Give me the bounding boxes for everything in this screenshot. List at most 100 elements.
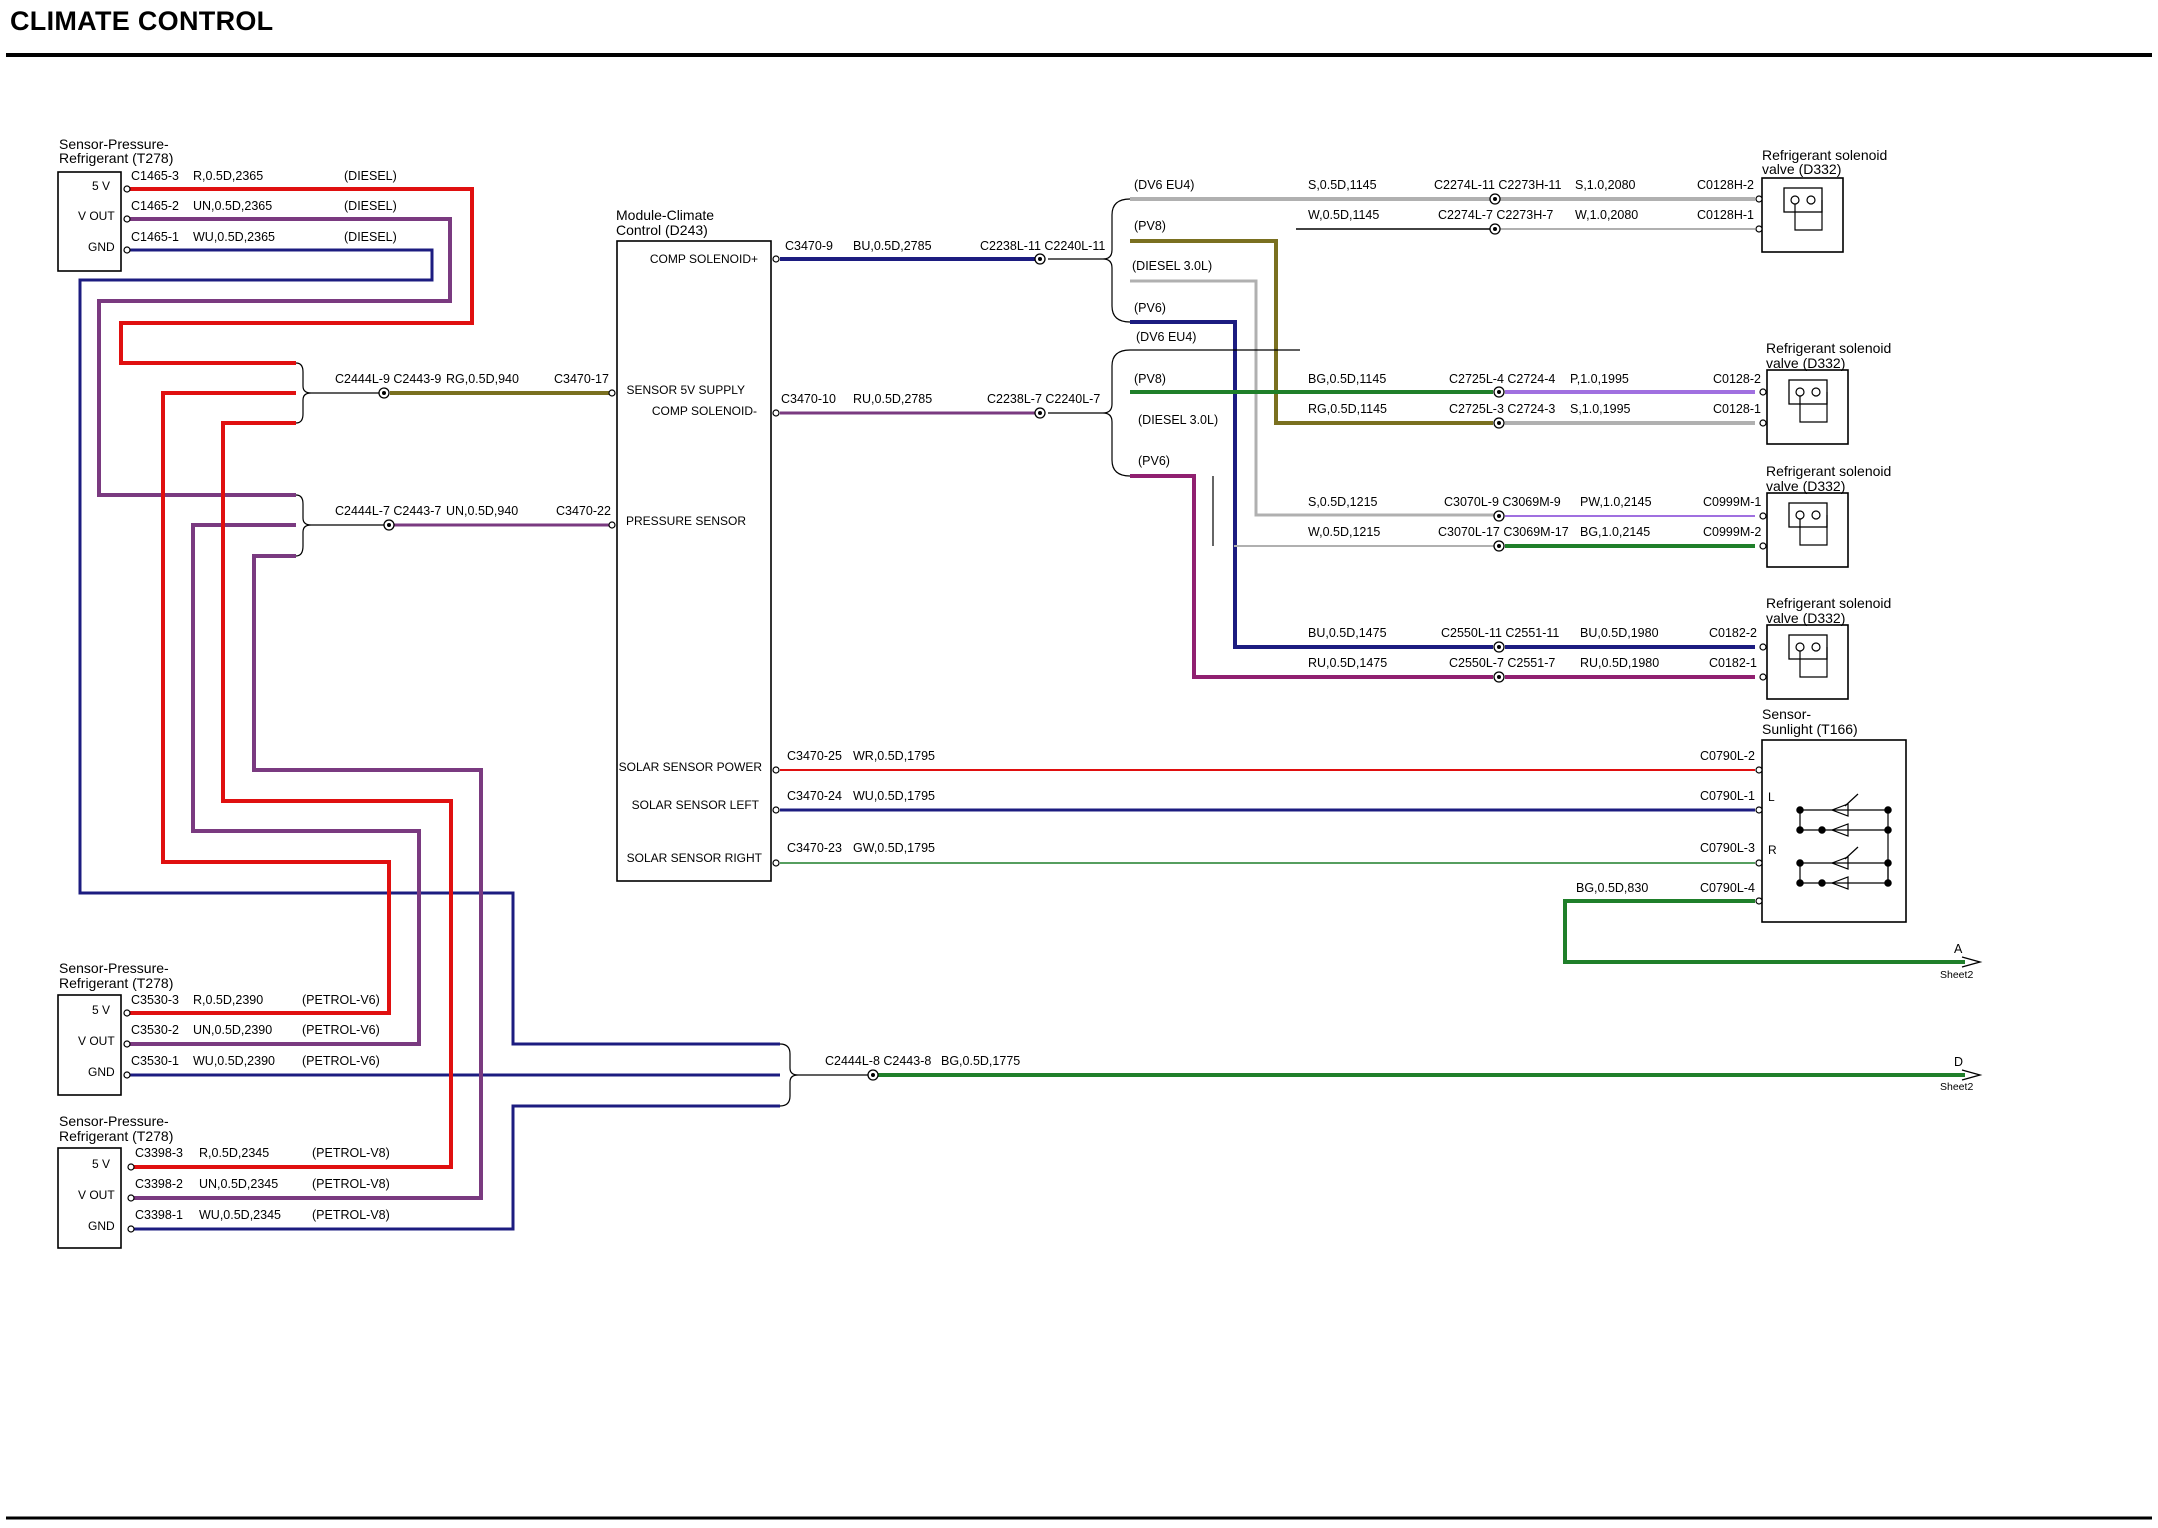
- valve1-box: [1761, 177, 1844, 253]
- s2-w3-conn: C3530-1: [131, 1054, 179, 1068]
- sensor-pv8-pin-5v: 5 V: [92, 1157, 110, 1171]
- brace-sp1: [295, 362, 312, 424]
- module-pin-pressure: PRESSURE SENSOR: [626, 514, 746, 528]
- valve-link-icon: [1799, 392, 1828, 423]
- o4-wire: WU,0.5D,1795: [853, 789, 935, 803]
- v1-r1-c: C2274L-11 C2273H-11: [1434, 178, 1561, 192]
- v1-r2-p: C0128H-1: [1697, 208, 1754, 222]
- pin-terminal: [772, 859, 780, 867]
- valve3-box: [1766, 492, 1849, 568]
- junction-dot: [1818, 879, 1826, 887]
- s1-w1-conn: C1465-3: [131, 169, 179, 183]
- o3-wire: WR,0.5D,1795: [853, 749, 935, 763]
- pin-terminal: [1755, 806, 1763, 814]
- var-a-dv6: (DV6 EU4): [1134, 178, 1194, 192]
- pin-terminal: [1755, 897, 1763, 905]
- wire-diesel-a: [1130, 279, 1496, 517]
- junction-dot: [1818, 826, 1826, 834]
- v2-r2-p: C0128-1: [1713, 402, 1761, 416]
- diagram-stage: CLIMATE CONTROL Sensor-Pressure- Refrige…: [0, 0, 2158, 1528]
- valve-link-icon: [1794, 200, 1823, 231]
- s2-w2-conn: C3530-2: [131, 1023, 179, 1037]
- pin-terminal: [1759, 673, 1767, 681]
- s1-w3-var: (DIESEL): [344, 230, 397, 244]
- o3-pin: C3470-25: [787, 749, 842, 763]
- valve-coil-icon: [1788, 379, 1828, 405]
- sp3-wire: BG,0.5D,1775: [941, 1054, 1020, 1068]
- sp2-pin: C3470-22: [556, 504, 611, 518]
- var-b-diesel: (DIESEL 3.0L): [1138, 413, 1218, 427]
- v2-r1-c: C2725L-4 C2724-4: [1449, 372, 1555, 386]
- s2-w3-wire: WU,0.5D,2390: [193, 1054, 275, 1068]
- sun-pin-L: L: [1768, 790, 1775, 804]
- s3-w2-conn: C3398-2: [135, 1177, 183, 1191]
- o2-wire: RU,0.5D,2785: [853, 392, 932, 406]
- s2-w3-var: (PETROL-V6): [302, 1054, 380, 1068]
- inline-connector-dot: [871, 1073, 875, 1077]
- wire-pv6-vout: [130, 523, 421, 1046]
- sensor-pv6-pin-vout: V OUT: [78, 1034, 115, 1048]
- sp3-conn: C2444L-8 C2443-8: [825, 1054, 931, 1068]
- o1-conn: C2238L-11 C2240L-11: [980, 239, 1105, 253]
- pin-terminal: [1755, 225, 1763, 233]
- s3-w3-var: (PETROL-V8): [312, 1208, 390, 1222]
- module-pin-solar-power: SOLAR SENSOR POWER: [619, 760, 763, 774]
- v1-r2-w1: W,0.5D,1145: [1308, 208, 1379, 222]
- s1-w2-var: (DIESEL): [344, 199, 397, 213]
- inline-connector-dot: [387, 523, 391, 527]
- v3-r2-w1: W,0.5D,1215: [1308, 525, 1380, 539]
- photodiode-frame-icon: [1799, 810, 1889, 831]
- valve-link-icon: [1799, 515, 1828, 546]
- sp1-wire: RG,0.5D,940: [446, 372, 519, 386]
- sensor-diesel-pin-5v: 5 V: [92, 179, 110, 193]
- pin-terminal: [123, 215, 131, 223]
- sensor-pv8-name2: Refrigerant (T278): [59, 1128, 173, 1144]
- var-b-dv6: (DV6 EU4): [1136, 330, 1196, 344]
- pin-terminal: [1759, 512, 1767, 520]
- sensor-pv6-name2: Refrigerant (T278): [59, 975, 173, 991]
- inline-connector-dot: [1493, 227, 1497, 231]
- v4-r1-p: C0182-2: [1709, 626, 1757, 640]
- sp1-conn: C2444L-9 C2443-9: [335, 372, 441, 386]
- inline-connector-dot: [1497, 421, 1501, 425]
- inline-connector-dot: [1038, 411, 1042, 415]
- s3-w2-wire: UN,0.5D,2345: [199, 1177, 278, 1191]
- v2-name1: Refrigerant solenoid: [1766, 340, 1891, 356]
- s1-w1-var: (DIESEL): [344, 169, 397, 183]
- v4-r2-p: C0182-1: [1709, 656, 1757, 670]
- v4-name1: Refrigerant solenoid: [1766, 595, 1891, 611]
- wire-diesel-gnd: [78, 248, 780, 1046]
- pin-terminal: [127, 1163, 135, 1171]
- v4-r2-c: C2550L-7 C2551-7: [1449, 656, 1555, 670]
- sheet-ref-a-sheet: Sheet2: [1940, 969, 1973, 981]
- v3-r1-w2: PW,1.0,2145: [1580, 495, 1652, 509]
- brace-var-a: [1102, 198, 1131, 323]
- v4-name2: valve (D332): [1766, 610, 1845, 626]
- s2-w1-var: (PETROL-V6): [302, 993, 380, 1007]
- pin-terminal: [772, 766, 780, 774]
- valve4-box: [1766, 624, 1849, 700]
- s1-w1-wire: R,0.5D,2365: [193, 169, 263, 183]
- valve-pin-icon: [1795, 642, 1805, 652]
- junction-dot: [1884, 806, 1892, 814]
- wire-pv8-vout: [134, 554, 483, 1200]
- valve-pin-icon: [1806, 195, 1816, 205]
- climate-module-box: [616, 240, 772, 882]
- valve-coil-icon: [1788, 634, 1828, 660]
- inline-connector-dot: [1497, 544, 1501, 548]
- wire-diesel-vout: [97, 217, 452, 497]
- junction-dot: [1796, 826, 1804, 834]
- v2-r2-w1: RG,0.5D,1145: [1308, 402, 1387, 416]
- v3-name2: valve (D332): [1766, 478, 1845, 494]
- s3-w1-var: (PETROL-V8): [312, 1146, 390, 1160]
- s2-w2-var: (PETROL-V6): [302, 1023, 380, 1037]
- light-arrow-icon: [1844, 846, 1859, 860]
- sun-gnd-pin: C0790L-4: [1700, 881, 1755, 895]
- pin-terminal: [772, 255, 780, 263]
- valve-coil-icon: [1783, 187, 1823, 213]
- sensor-pv8-pin-gnd: GND: [88, 1219, 115, 1233]
- inline-connector-dot: [382, 391, 386, 395]
- sheet-ref-d-letter: D: [1954, 1055, 1963, 1069]
- v2-r1-w2: P,1.0,1995: [1570, 372, 1629, 386]
- sensor-pv6-name1: Sensor-Pressure-: [59, 960, 169, 976]
